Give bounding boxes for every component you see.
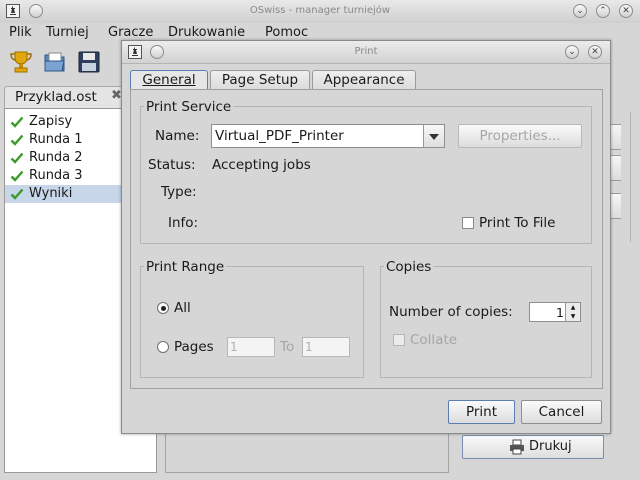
- copies-spinner[interactable]: 1 ▲ ▼: [529, 302, 581, 322]
- drukuj-label: Drukuj: [529, 439, 572, 454]
- range-all-label[interactable]: All: [174, 300, 191, 316]
- printer-name-select[interactable]: Virtual_PDF_Printer: [211, 124, 445, 148]
- printer-icon: [509, 439, 525, 459]
- tab-page-setup-label: Page Setup: [221, 72, 299, 88]
- checkmark-icon: [10, 115, 24, 129]
- save-disk-icon[interactable]: [76, 49, 102, 75]
- menu-pomoc[interactable]: Pomoc: [265, 25, 308, 40]
- print-service-title: Print Service: [144, 99, 234, 115]
- copies-group: [380, 266, 592, 378]
- document-tab[interactable]: Przyklad.ost ✖: [4, 86, 132, 109]
- dialog-close-icon[interactable]: ✕: [588, 45, 602, 59]
- tree-item-label: Runda 2: [29, 150, 83, 165]
- print-range-title: Print Range: [144, 259, 227, 275]
- cancel-button-label: Cancel: [538, 404, 585, 420]
- properties-button-label: Properties...: [479, 128, 561, 144]
- open-folder-icon[interactable]: [42, 49, 68, 75]
- range-all-radio[interactable]: [157, 302, 169, 314]
- general-tab-panel: Print Service Name: Virtual_PDF_Printer …: [130, 89, 603, 389]
- menu-drukowanie[interactable]: Drukowanie: [168, 25, 245, 40]
- dialog-titlebar: Print ⌄ ✕: [122, 41, 610, 64]
- checkmark-icon: [10, 133, 24, 147]
- type-label: Type:: [161, 184, 197, 200]
- drukuj-button[interactable]: Drukuj: [462, 435, 604, 459]
- side-divider: [630, 112, 637, 242]
- maximize-icon[interactable]: ⌃: [596, 4, 610, 18]
- tab-appearance[interactable]: Appearance: [312, 70, 416, 90]
- printer-name-value: Virtual_PDF_Printer: [215, 128, 344, 144]
- print-button[interactable]: Print: [448, 400, 515, 424]
- dialog-title: Print: [354, 46, 378, 57]
- status-label: Status:: [148, 157, 196, 173]
- properties-button[interactable]: Properties...: [458, 124, 582, 148]
- tree-item-label: Runda 1: [29, 132, 83, 147]
- collate-checkbox[interactable]: [393, 334, 405, 346]
- main-titlebar: OSwiss - manager turniejów ⌄ ⌃ ✕: [0, 0, 640, 24]
- info-label: Info:: [168, 215, 199, 231]
- checkmark-icon: [10, 187, 24, 201]
- menu-plik[interactable]: Plik: [9, 25, 32, 40]
- copies-value: 1: [556, 305, 564, 320]
- menu-turniej[interactable]: Turniej: [46, 25, 89, 40]
- tab-general[interactable]: General: [130, 70, 208, 90]
- print-to-file-checkbox[interactable]: [462, 217, 474, 229]
- tab-general-label: General: [142, 72, 196, 88]
- collate-label[interactable]: Collate: [410, 332, 457, 348]
- print-to-file-label[interactable]: Print To File: [479, 215, 555, 231]
- print-button-label: Print: [465, 404, 498, 420]
- document-tab-label: Przyklad.ost: [15, 89, 97, 105]
- minimize-icon[interactable]: ⌄: [573, 4, 587, 18]
- tree-item-label: Wyniki: [29, 186, 73, 201]
- checkmark-icon: [10, 169, 24, 183]
- range-pages-label[interactable]: Pages: [174, 339, 214, 355]
- spinner-down-icon[interactable]: ▼: [565, 312, 580, 321]
- pages-from-value: 1: [230, 340, 238, 354]
- close-icon[interactable]: ✕: [619, 4, 633, 18]
- tab-appearance-label: Appearance: [323, 72, 405, 88]
- tree-item-label: Runda 3: [29, 168, 83, 183]
- status-value: Accepting jobs: [212, 157, 311, 173]
- pages-from-input[interactable]: 1: [227, 337, 275, 357]
- trophy-icon[interactable]: [8, 49, 34, 75]
- range-pages-radio[interactable]: [157, 341, 169, 353]
- cancel-button[interactable]: Cancel: [521, 400, 602, 424]
- number-of-copies-label: Number of copies:: [389, 304, 513, 320]
- copies-title: Copies: [384, 259, 434, 275]
- name-label: Name:: [155, 128, 200, 144]
- pages-to-input[interactable]: 1: [302, 337, 350, 357]
- pages-to-value: 1: [305, 340, 313, 354]
- dialog-minimize-icon[interactable]: ⌄: [565, 45, 579, 59]
- checkmark-icon: [10, 151, 24, 165]
- print-range-group: [140, 266, 364, 378]
- menu-gracze[interactable]: Gracze: [108, 25, 153, 40]
- pages-to-label: To: [280, 339, 295, 355]
- print-dialog: Print ⌄ ✕ General Page Setup Appearance …: [121, 40, 611, 434]
- tab-page-setup[interactable]: Page Setup: [210, 70, 310, 90]
- chevron-down-icon[interactable]: [423, 125, 444, 147]
- tree-item-label: Zapisy: [29, 114, 73, 129]
- window-title: OSwiss - manager turniejów: [249, 5, 391, 16]
